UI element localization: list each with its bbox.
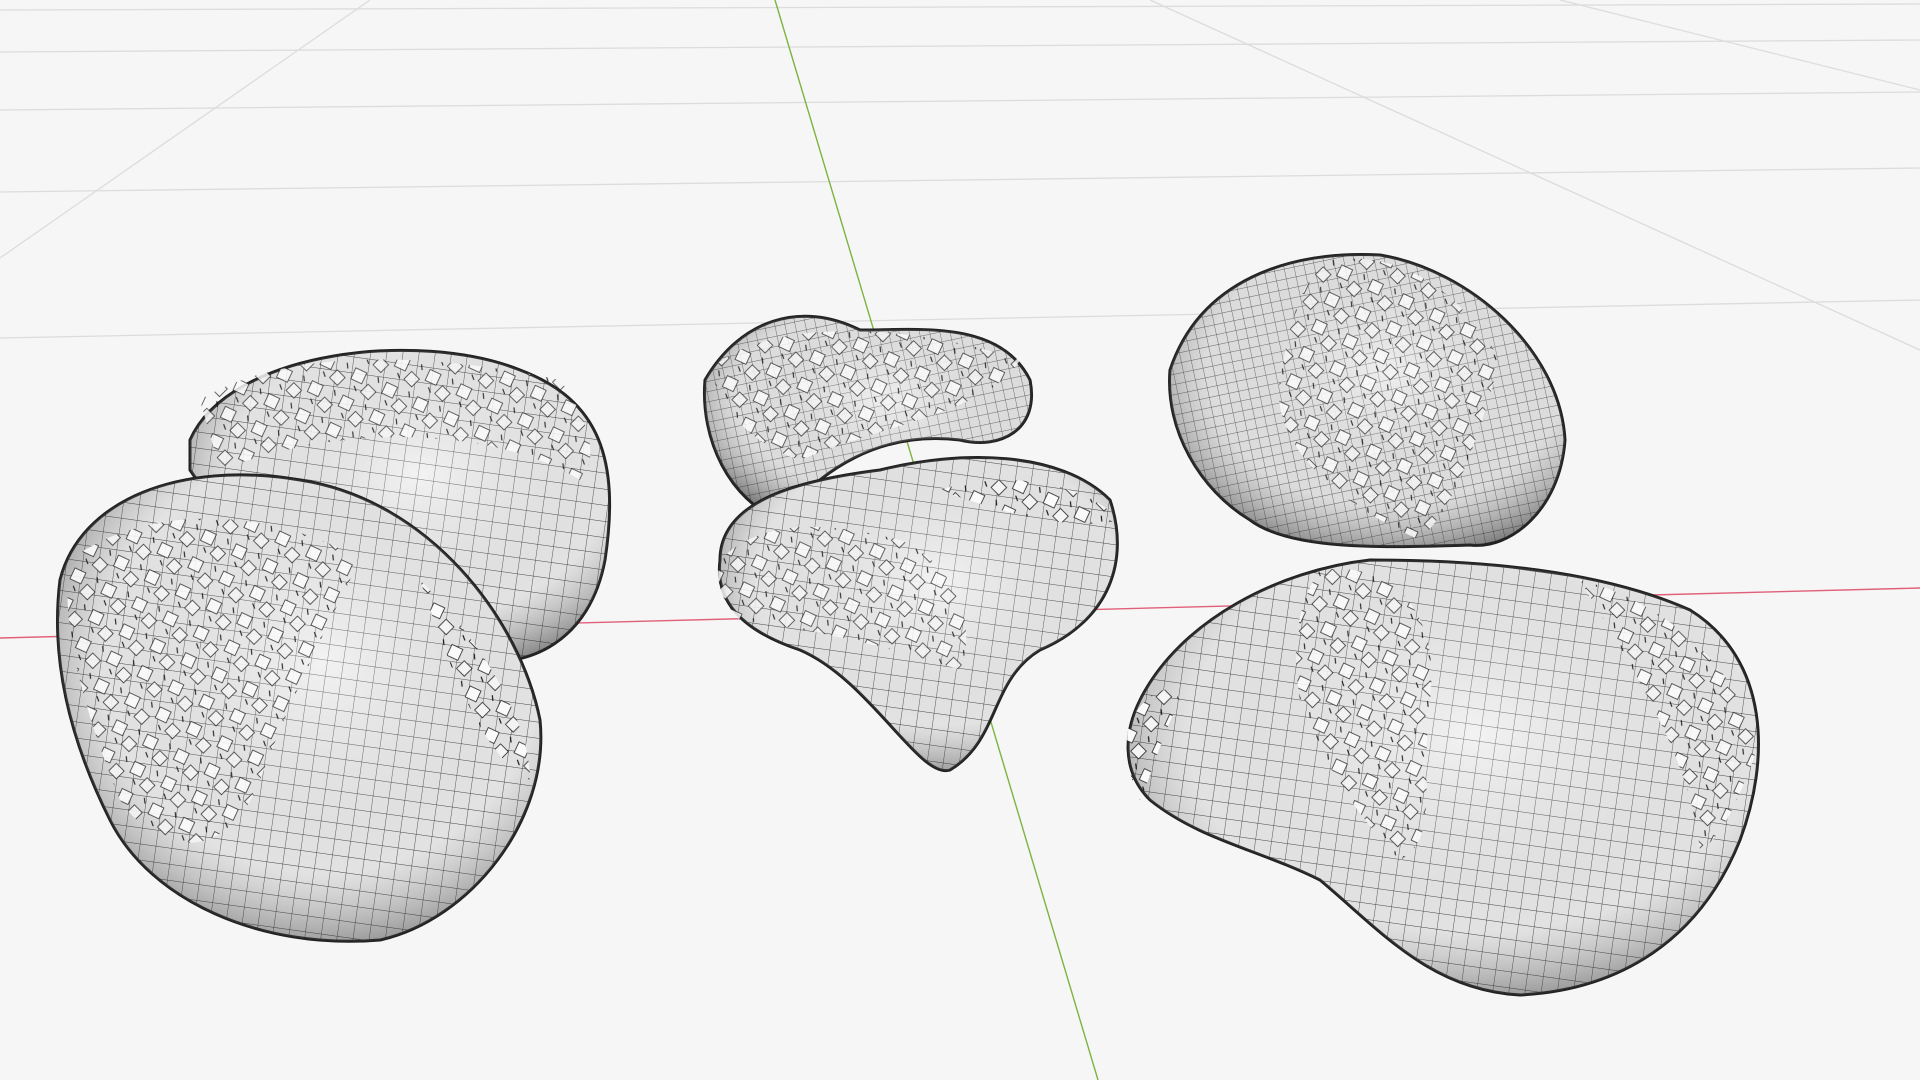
viewport-canvas[interactable] (0, 0, 1920, 1080)
floor-grid (0, 0, 1920, 351)
rock-right-bottom[interactable] (1126, 558, 1760, 997)
3d-viewport[interactable] (0, 0, 1920, 1080)
rock-right-top[interactable] (1168, 252, 1567, 549)
rock-center-bottom[interactable] (717, 456, 1120, 773)
